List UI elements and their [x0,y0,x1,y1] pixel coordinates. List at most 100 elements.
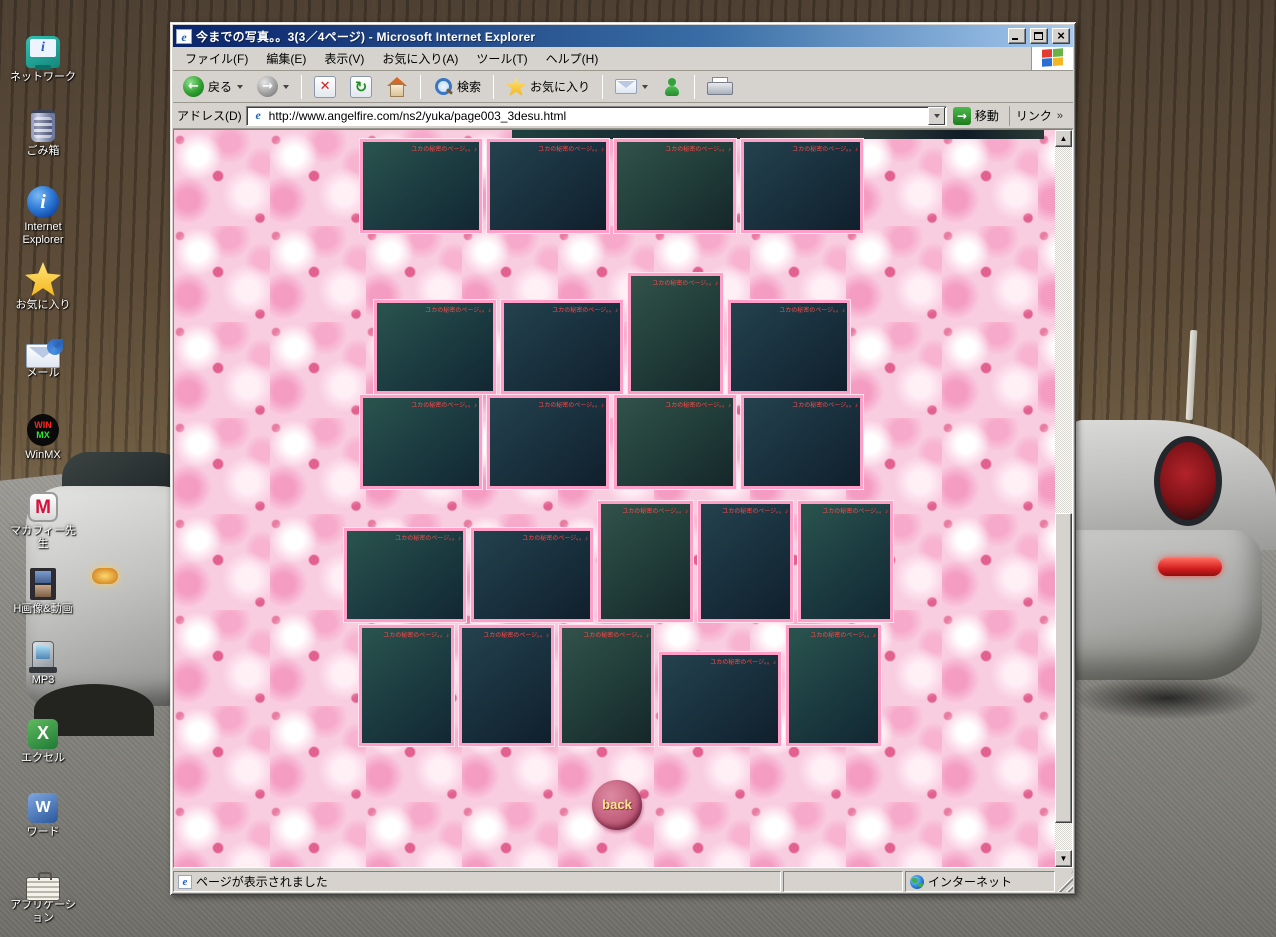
go-button-label: 移動 [975,107,999,124]
photo-watermark: ユカの秘密のページ。。♪ [395,533,461,542]
photo-thumbnail-placeholder[interactable]: ユカの秘密のページ。。♪ [786,625,881,746]
back-button[interactable]: 戻る [177,73,249,101]
titlebar[interactable]: 今までの写真。。3(3／4ページ) - Microsoft Internet E… [173,25,1073,47]
go-arrow-icon [953,107,971,125]
cutoff-photo-strip [512,130,1044,139]
back-dropdown-icon[interactable] [237,85,243,89]
menu-item-0[interactable]: ファイル(F) [177,47,256,70]
minimize-button[interactable] [1008,28,1026,44]
favorites-button[interactable]: お気に入り [500,73,596,101]
photo-thumbnail-placeholder[interactable]: ユカの秘密のページ。。♪ [360,139,482,233]
photo-thumbnail-placeholder[interactable]: ユカの秘密のページ。。♪ [487,395,609,489]
photo-thumbnail-placeholder[interactable]: ユカの秘密のページ。。♪ [614,139,736,233]
vertical-scrollbar[interactable]: ▲ ▼ [1055,130,1072,867]
photo-watermark: ユカの秘密のページ。。♪ [722,506,788,515]
photo-thumbnail-placeholder[interactable]: ユカの秘密のページ。。♪ [501,300,623,394]
menu-item-5[interactable]: ヘルプ(H) [538,47,607,70]
mail-button[interactable] [609,73,654,101]
resize-grip[interactable] [1057,871,1073,892]
messenger-button[interactable] [656,73,688,101]
desktop-icon-briefcase[interactable]: アプリケーション [6,872,80,924]
photo-watermark: ユカの秘密のページ。。♪ [622,506,688,515]
home-button[interactable] [380,73,414,101]
mail-icon [615,79,637,94]
address-bar: アドレス(D) 移動 リンク » [173,103,1073,129]
photo-thumbnail-placeholder[interactable]: ユカの秘密のページ。。♪ [487,139,609,233]
maximize-button[interactable] [1030,28,1048,44]
menu-item-4[interactable]: ツール(T) [468,47,535,70]
forward-button[interactable] [251,73,295,101]
refresh-icon [350,76,372,98]
photo-thumbnail-placeholder[interactable]: ユカの秘密のページ。。♪ [559,625,654,746]
search-button[interactable]: 検索 [427,73,487,101]
desktop-icon-mp3[interactable]: MP3 [6,641,80,687]
ie-page-icon [176,29,192,44]
photo-watermark: ユカの秘密のページ。。♪ [583,630,649,639]
thumbnail-row-2: ユカの秘密のページ。。♪ユカの秘密のページ。。♪ユカの秘密のページ。。♪ユカの秘… [374,267,850,394]
desktop-icon-film[interactable]: H画像&動画 [6,568,80,616]
menu-item-3[interactable]: お気に入り(A) [374,47,466,70]
desktop-icon-ie[interactable]: Internet Explorer [6,186,80,246]
photo-thumbnail-placeholder[interactable]: ユカの秘密のページ。。♪ [359,625,454,746]
address-input-wrap [246,106,947,126]
photo-thumbnail-placeholder[interactable]: ユカの秘密のページ。。♪ [344,528,466,622]
mail-dropdown-icon[interactable] [642,85,648,89]
scrollbar-thumb[interactable] [1055,513,1072,823]
desktop-icon-mail[interactable]: メール [6,340,80,380]
photo-watermark: ユカの秘密のページ。。♪ [822,506,888,515]
excel-icon [28,719,58,749]
internet-globe-icon [910,875,924,889]
photo-thumbnail-placeholder[interactable]: ユカの秘密のページ。。♪ [471,528,593,622]
toolbar-separator [301,75,302,99]
desktop-icon-word[interactable]: ワード [6,793,80,839]
star-icon [25,262,61,296]
desktop-icon-network[interactable]: ネットワーク [6,36,80,84]
desktop-icon-trash[interactable]: ごみ箱 [6,110,80,158]
scroll-up-button[interactable]: ▲ [1055,130,1072,147]
toolbar-separator [694,75,695,99]
menu-item-1[interactable]: 編集(E) [258,47,314,70]
close-button[interactable] [1052,28,1070,44]
search-icon [433,77,453,97]
stop-button[interactable] [308,73,342,101]
desktop-icon-label: アプリケーション [6,899,80,924]
desktop-icon-label: ごみ箱 [27,145,60,158]
photo-watermark: ユカの秘密のページ。。♪ [411,400,477,409]
go-button[interactable]: 移動 [951,106,1005,126]
mcafee-icon [28,492,58,522]
photo-thumbnail-placeholder[interactable]: ユカの秘密のページ。。♪ [728,300,850,394]
photo-thumbnail-placeholder[interactable]: ユカの秘密のページ。。♪ [741,395,863,489]
refresh-button[interactable] [344,73,378,101]
address-dropdown-button[interactable] [928,107,945,125]
desktop-icon-label: お気に入り [16,299,71,312]
photo-thumbnail-placeholder[interactable]: ユカの秘密のページ。。♪ [698,501,793,622]
desktop-icon-winmx[interactable]: WINMXWinMX [6,414,80,462]
photo-thumbnail-placeholder[interactable]: ユカの秘密のページ。。♪ [741,139,863,233]
photo-thumbnail-placeholder[interactable]: ユカの秘密のページ。。♪ [459,625,554,746]
address-input[interactable] [269,108,928,124]
photo-thumbnail-placeholder[interactable]: ユカの秘密のページ。。♪ [628,273,723,394]
desktop-icon-star[interactable]: お気に入り [6,262,80,312]
page-back-button[interactable]: back [592,780,642,830]
network-icon [26,36,60,68]
photo-thumbnail-placeholder[interactable]: ユカの秘密のページ。。♪ [659,652,781,746]
scroll-down-button[interactable]: ▼ [1055,850,1072,867]
toolbar: 戻る 検索 お気に入り [173,71,1073,103]
status-ie-icon [178,875,192,889]
desktop-icon-mcafee[interactable]: マカフィー先生 [6,492,80,550]
mp3-icon [32,641,54,671]
print-button[interactable] [701,73,737,101]
forward-arrow-icon [257,76,278,97]
photo-thumbnail-placeholder[interactable]: ユカの秘密のページ。。♪ [598,501,693,622]
desktop-icon-excel[interactable]: エクセル [6,719,80,765]
desktop-icon-label: ワード [27,826,60,839]
photo-watermark: ユカの秘密のページ。。♪ [411,144,477,153]
photo-thumbnail-placeholder[interactable]: ユカの秘密のページ。。♪ [360,395,482,489]
forward-dropdown-icon[interactable] [283,85,289,89]
links-button[interactable]: リンク » [1009,106,1069,126]
desktop-icon-label: ネットワーク [10,71,76,84]
photo-thumbnail-placeholder[interactable]: ユカの秘密のページ。。♪ [798,501,893,622]
menu-item-2[interactable]: 表示(V) [316,47,372,70]
photo-thumbnail-placeholder[interactable]: ユカの秘密のページ。。♪ [374,300,496,394]
photo-thumbnail-placeholder[interactable]: ユカの秘密のページ。。♪ [614,395,736,489]
